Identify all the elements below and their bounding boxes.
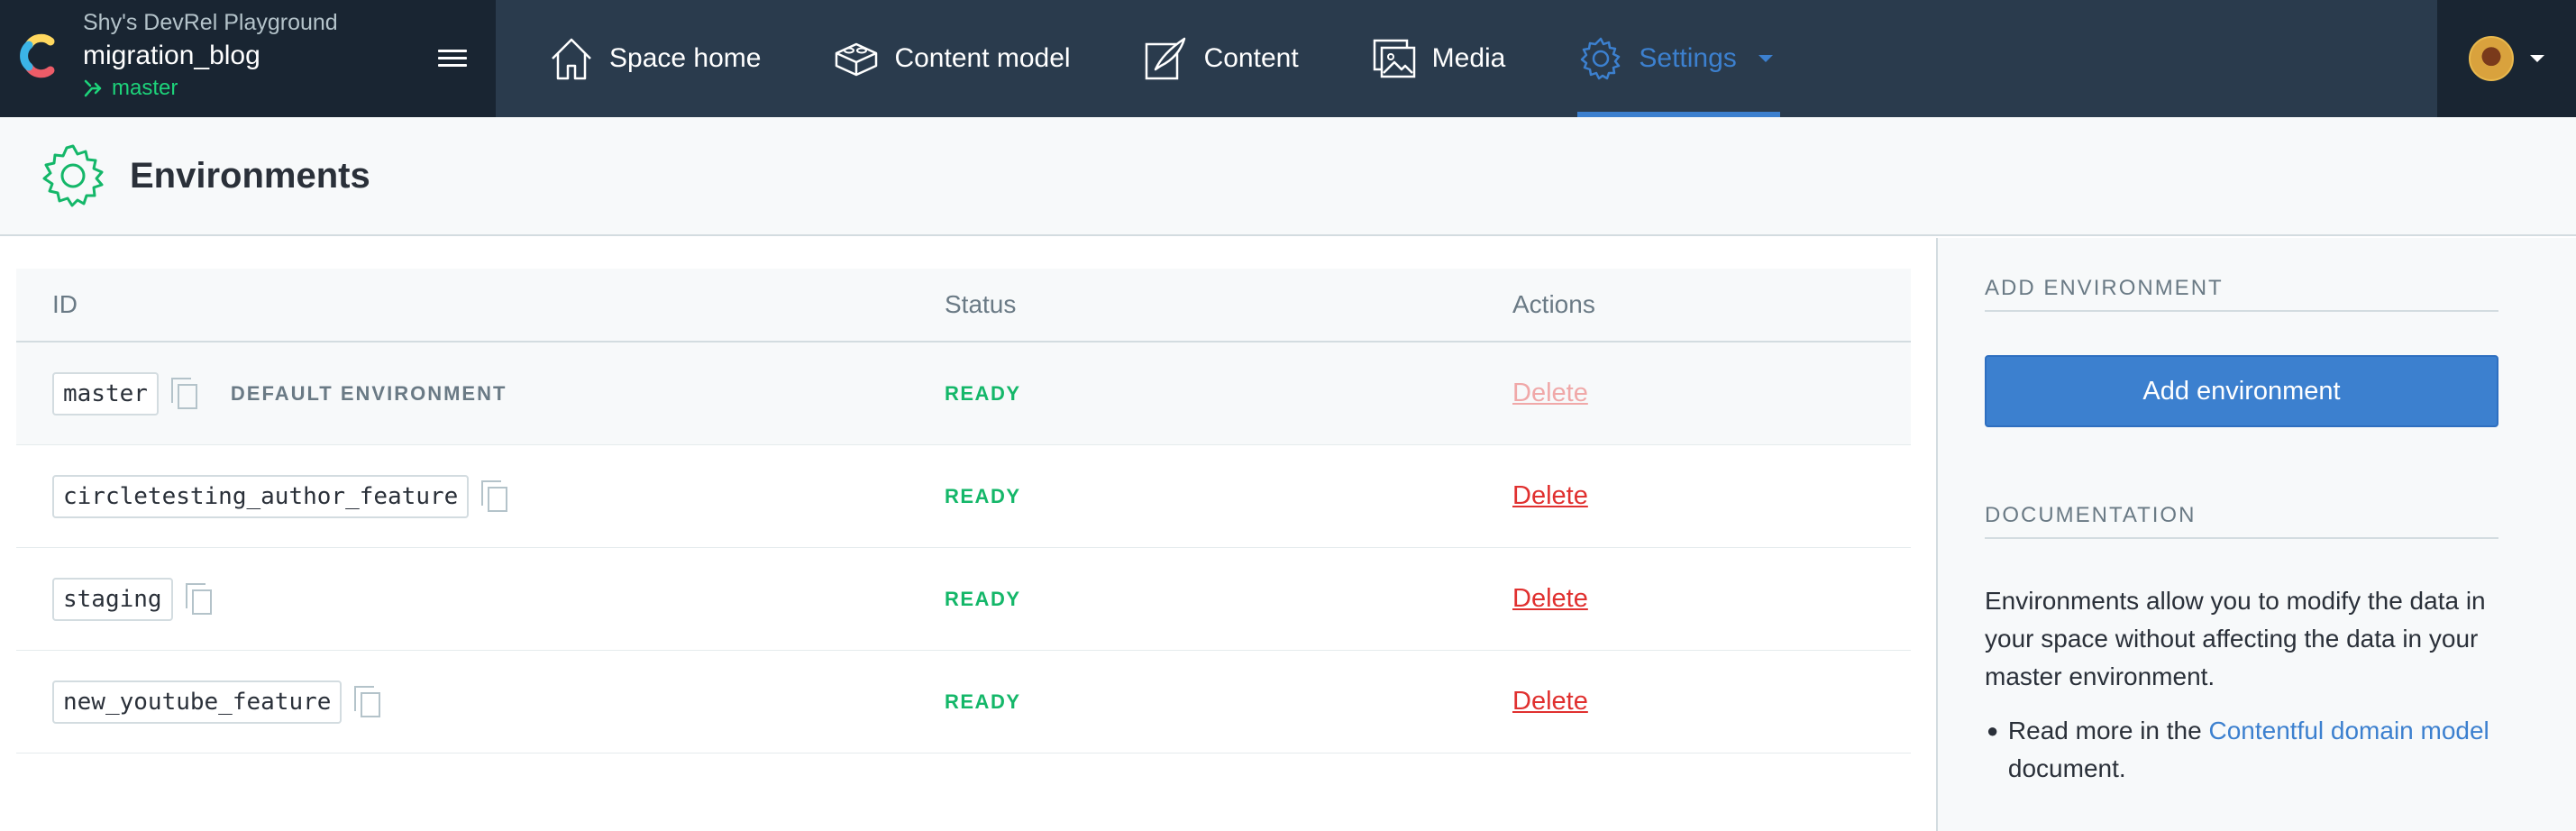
add-environment-button[interactable]: Add environment (1985, 355, 2498, 427)
environment-name: master (112, 76, 178, 100)
copy-icon[interactable] (481, 479, 510, 513)
menu-icon[interactable] (438, 43, 467, 72)
nav-settings[interactable]: Settings (1577, 0, 1781, 117)
sidebar: ADD ENVIRONMENT Add environment DOCUMENT… (1936, 238, 2576, 831)
column-header-actions: Actions (1512, 290, 1595, 318)
nav-media[interactable]: Media (1371, 0, 1506, 117)
table-row: new_youtube_feature READY Delete (16, 651, 1911, 753)
delete-link: Delete (1512, 379, 1588, 407)
column-header-status: Status (945, 290, 1017, 318)
status-badge: READY (945, 484, 1021, 507)
bullet-prefix: Read more in the (2007, 717, 2209, 744)
add-environment-heading: ADD ENVIRONMENT (1985, 276, 2498, 312)
nav-label: Content (1203, 43, 1299, 73)
main-nav: Space home Content model Content Media S… (496, 0, 2437, 117)
chevron-down-icon (2530, 55, 2544, 62)
environment-id[interactable]: master (52, 371, 159, 416)
nav-space-home[interactable]: Space home (548, 0, 761, 117)
nav-label: Media (1431, 43, 1506, 73)
org-name: Shy's DevRel Playground (83, 10, 338, 35)
copy-icon[interactable] (170, 377, 200, 410)
nav-content-model[interactable]: Content model (833, 0, 1071, 117)
status-badge: READY (945, 689, 1021, 713)
bullet-suffix: document. (2007, 754, 2126, 782)
delete-link[interactable]: Delete (1512, 481, 1588, 510)
table-header: ID Status Actions (16, 269, 1911, 342)
contentful-logo-icon (20, 33, 55, 78)
column-header-id: ID (52, 290, 78, 318)
branch-icon (84, 79, 102, 97)
documentation-text: Environments allow you to modify the dat… (1985, 587, 2486, 690)
account-menu[interactable] (2437, 0, 2576, 117)
top-navigation: Shy's DevRel Playground migration_blog m… (0, 0, 2576, 117)
nav-content[interactable]: Content (1143, 0, 1299, 117)
environment-indicator: master (83, 74, 338, 103)
gear-icon (1581, 37, 1621, 80)
image-icon (1373, 39, 1415, 78)
blocks-icon (836, 42, 878, 77)
page-header: Environments (0, 117, 2576, 236)
nav-label: Settings (1639, 43, 1737, 73)
page-title: Environments (130, 155, 370, 196)
pen-icon (1145, 37, 1185, 80)
chevron-down-icon (1758, 55, 1773, 62)
contentful-domain-model-link[interactable]: Contentful domain model (2208, 717, 2489, 744)
space-info: Shy's DevRel Playground migration_blog m… (83, 9, 338, 103)
environment-id[interactable]: new_youtube_feature (52, 680, 343, 724)
copy-icon[interactable] (354, 685, 383, 718)
gear-icon (42, 144, 104, 207)
status-badge: READY (945, 381, 1021, 405)
bullet-icon: ● (1987, 719, 1999, 742)
environments-table: ID Status Actions master DEFAULT ENVIRON… (16, 269, 1911, 753)
space-name: migration_blog (83, 41, 260, 70)
nav-label: Space home (609, 43, 762, 73)
table-row: circletesting_author_feature READY Delet… (16, 445, 1911, 548)
environments-panel: ID Status Actions master DEFAULT ENVIRON… (0, 238, 1936, 831)
table-row: master DEFAULT ENVIRONMENT READY Delete (16, 342, 1911, 445)
documentation-list-item: ● Read more in the Contentful domain mod… (1985, 712, 2526, 788)
documentation-bullet-text: Read more in the Contentful domain model… (2008, 712, 2526, 788)
table-row: staging READY Delete (16, 548, 1911, 651)
delete-link[interactable]: Delete (1512, 687, 1588, 716)
nav-label: Content model (894, 43, 1071, 73)
house-icon (552, 38, 591, 80)
default-environment-badge: DEFAULT ENVIRONMENT (230, 381, 507, 405)
avatar (2469, 36, 2514, 81)
delete-link[interactable]: Delete (1512, 584, 1588, 613)
documentation-heading: DOCUMENTATION (1985, 503, 2498, 539)
environment-id[interactable]: staging (52, 577, 173, 621)
environment-id[interactable]: circletesting_author_feature (52, 474, 470, 518)
status-badge: READY (945, 587, 1021, 610)
copy-icon[interactable] (185, 582, 215, 616)
space-switcher[interactable]: Shy's DevRel Playground migration_blog m… (0, 0, 496, 117)
